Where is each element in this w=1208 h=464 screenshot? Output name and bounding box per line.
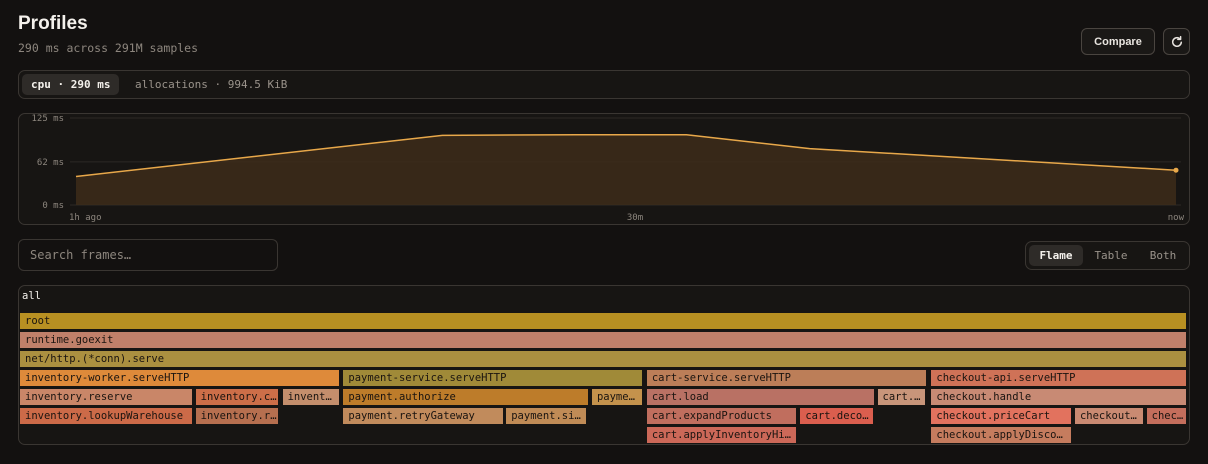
refresh-icon <box>1171 35 1182 47</box>
y-tick-label: 62 ms <box>37 158 64 168</box>
page-subtitle: 290 ms across 291M samples <box>18 41 199 55</box>
flame-graph: all root runtime.goexit net/http.(*conn).s… <box>18 285 1190 445</box>
timeline-svg: 125 ms 62 ms 0 ms 1h ago 30m now <box>31 114 1185 223</box>
page-title: Profiles <box>18 13 88 34</box>
flame-frame[interactable]: root <box>20 313 1186 329</box>
y-tick-label: 125 ms <box>31 114 64 124</box>
flame-frame[interactable]: payment.retryGateway <box>343 408 503 424</box>
view-both-button[interactable]: Both <box>1138 245 1188 266</box>
flame-frame[interactable]: inventory.lookupWarehouse <box>20 408 192 424</box>
flame-frame[interactable]: cart-service.serveHTTP <box>646 370 927 386</box>
x-tick-label: 1h ago <box>69 213 102 223</box>
y-tick-label: 0 ms <box>42 201 64 211</box>
metric-tab-cpu[interactable]: cpu · 290 ms <box>22 74 120 95</box>
flame-frame[interactable]: cart.deco… <box>800 408 874 424</box>
flame-frame[interactable]: checkout.handle <box>931 389 1186 405</box>
flame-frame[interactable]: payment.authorize <box>343 389 588 405</box>
view-flame-button[interactable]: Flame <box>1029 245 1083 266</box>
search-frames-input[interactable] <box>18 239 278 271</box>
flame-frame[interactable]: checkout.applyDisco… <box>931 427 1072 443</box>
flame-frame[interactable]: inventory.reserve <box>20 389 192 405</box>
flame-frame[interactable]: inventory.c… <box>195 389 279 405</box>
x-tick-label: now <box>1168 213 1185 223</box>
metric-tab-allocations[interactable]: allocations · 994.5 KiB <box>126 74 296 95</box>
flame-frame[interactable]: checkout.priceCart <box>931 408 1072 424</box>
flame-frame[interactable]: payme… <box>591 389 642 405</box>
flame-frame[interactable]: cart.… <box>877 389 926 405</box>
x-tick-label: 30m <box>627 213 643 223</box>
flame-frame[interactable]: payment-service.serveHTTP <box>343 370 642 386</box>
flame-frame[interactable]: cart.expandProducts <box>646 408 797 424</box>
flame-root-label: all <box>22 290 41 302</box>
flame-frame[interactable]: inventory.r… <box>195 408 279 424</box>
metric-selector: cpu · 290 ms allocations · 994.5 KiB <box>18 70 1190 99</box>
flame-frame[interactable]: net/http.(*conn).serve <box>20 351 1186 367</box>
flame-frame[interactable]: inventory-worker.serveHTTP <box>20 370 340 386</box>
view-table-button[interactable]: Table <box>1086 245 1136 266</box>
timeline-point <box>1173 167 1179 173</box>
flame-frame[interactable]: chec… <box>1146 408 1186 424</box>
flame-frame[interactable]: payment.si… <box>506 408 586 424</box>
flame-frame[interactable]: invent… <box>282 389 340 405</box>
flame-frame[interactable]: cart.load <box>646 389 874 405</box>
flame-frame[interactable]: checkout-api.serveHTTP <box>931 370 1186 386</box>
timeline-chart[interactable]: 125 ms 62 ms 0 ms 1h ago 30m now <box>18 113 1190 225</box>
refresh-button[interactable] <box>1163 28 1190 55</box>
flame-frame[interactable]: cart.applyInventoryHi… <box>646 427 797 443</box>
flame-frame[interactable]: runtime.goexit <box>20 332 1186 348</box>
timeline-area <box>76 134 1176 205</box>
flame-frame[interactable]: checkout… <box>1074 408 1143 424</box>
compare-button[interactable]: Compare <box>1081 28 1155 55</box>
view-toggle: Flame Table Both <box>1025 241 1190 270</box>
